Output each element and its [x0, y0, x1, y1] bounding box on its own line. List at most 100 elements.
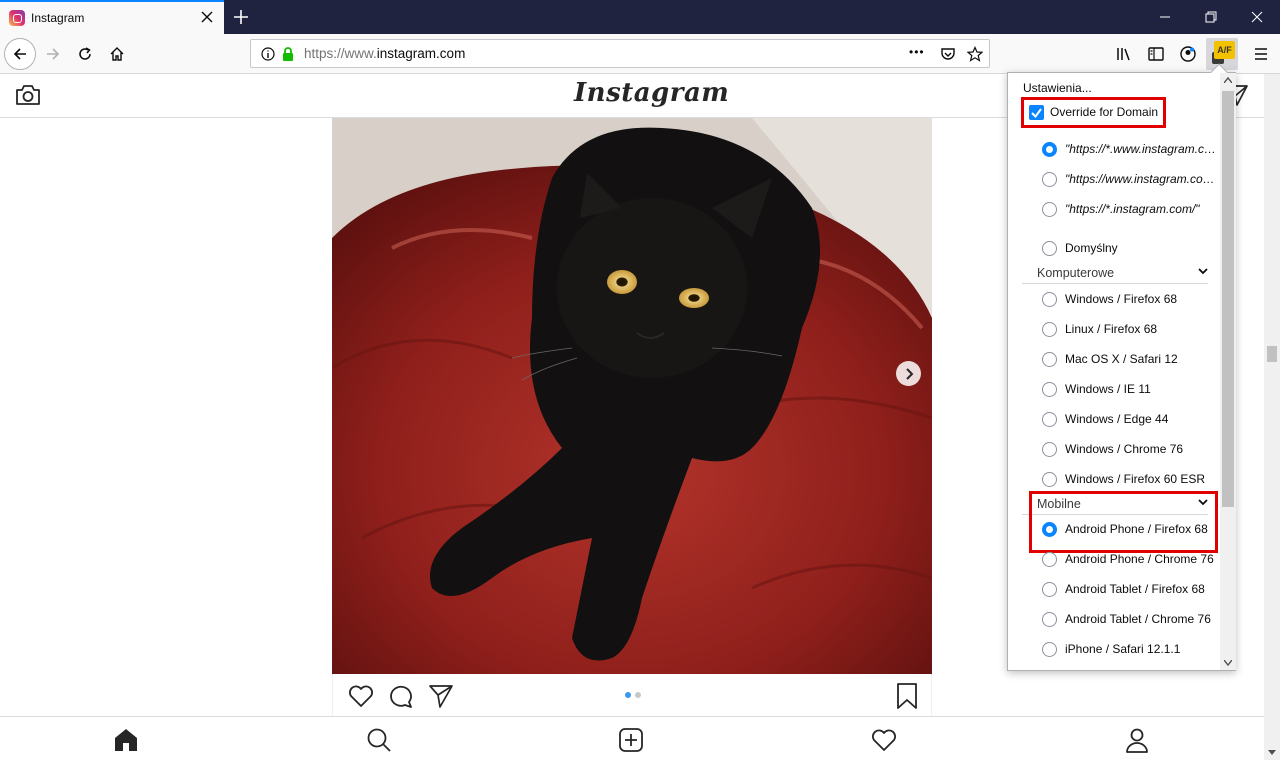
share-icon[interactable] [427, 682, 455, 710]
popup-scrollbar-thumb[interactable] [1222, 91, 1234, 507]
radio-button[interactable] [1042, 291, 1057, 307]
tab-instagram[interactable]: Instagram [0, 0, 224, 34]
arrow-right-icon [47, 48, 60, 60]
user-agent-popup: Ustawienia... Override for Domain "https… [1007, 63, 1236, 671]
ua-option-label: iPhone / Safari 12.1.1 [1065, 642, 1181, 656]
minimize-button[interactable] [1142, 0, 1188, 34]
ua-option-label: Windows / Edge 44 [1065, 412, 1169, 426]
popup-scrollbar[interactable] [1220, 73, 1236, 670]
override-checkbox[interactable] [1029, 105, 1044, 120]
reload-button[interactable] [69, 38, 101, 70]
scroll-down-arrow-icon[interactable] [1224, 660, 1232, 666]
save-bookmark-icon[interactable] [893, 682, 921, 710]
ua-option-label: Android Phone / Firefox 68 [1065, 522, 1208, 536]
radio-button[interactable] [1042, 551, 1057, 567]
radio-button[interactable] [1042, 381, 1057, 397]
hamburger-menu-icon[interactable] [1251, 44, 1271, 64]
radio-button[interactable] [1042, 351, 1057, 367]
home-icon[interactable] [112, 726, 140, 754]
radio-button[interactable] [1042, 411, 1057, 427]
ua-option-label: Mac OS X / Safari 12 [1065, 352, 1178, 366]
post-photo-black-cat[interactable] [332, 118, 932, 674]
library-icon[interactable] [1114, 44, 1134, 64]
new-tab-button[interactable] [230, 6, 252, 28]
comment-icon[interactable] [387, 682, 415, 710]
cat-photo-illustration [332, 118, 932, 674]
ua-option[interactable]: Windows / Chrome 76 [1042, 439, 1183, 459]
domain-option-label: "https://*.instagram.com/" [1065, 202, 1200, 216]
domain-option-label: "https://www.instagram.com/" [1065, 172, 1217, 186]
url-bar[interactable]: https://www.instagram.com ••• [250, 39, 990, 68]
settings-link[interactable]: Ustawienia... [1023, 81, 1092, 95]
home-icon [110, 47, 124, 61]
home-button[interactable] [101, 38, 133, 70]
lock-icon[interactable] [280, 46, 296, 62]
domain-option[interactable]: "https://*.www.instagram.com/" [1042, 139, 1217, 159]
carousel-dot-active [625, 692, 631, 698]
back-button[interactable] [4, 38, 36, 70]
carousel-dot [635, 692, 641, 698]
page-actions-button[interactable]: ••• [909, 45, 925, 59]
ua-option[interactable]: Windows / Firefox 60 ESR [1042, 469, 1205, 489]
minimize-icon [1160, 16, 1170, 18]
ua-option-label: Android Tablet / Chrome 76 [1065, 612, 1211, 626]
close-window-button[interactable] [1234, 0, 1280, 34]
forward-button[interactable] [37, 38, 69, 70]
ua-option-label: Android Tablet / Firefox 68 [1065, 582, 1205, 596]
radio-button[interactable] [1042, 471, 1057, 487]
ua-option[interactable]: Android Tablet / Firefox 68 [1042, 579, 1205, 599]
ua-option[interactable]: Android Phone / Chrome 76 [1042, 549, 1214, 569]
pocket-icon[interactable] [940, 46, 956, 62]
ua-option[interactable]: Windows / IE 11 [1042, 379, 1151, 399]
activity-heart-icon[interactable] [870, 726, 898, 754]
tab-title: Instagram [31, 11, 85, 25]
ua-option[interactable]: Android Tablet / Chrome 76 [1042, 609, 1211, 629]
radio-button[interactable] [1042, 521, 1057, 537]
instagram-logo[interactable]: Instagram [574, 78, 729, 108]
new-post-icon[interactable] [617, 726, 645, 754]
profile-icon[interactable] [1123, 726, 1151, 754]
radio-button[interactable] [1042, 321, 1057, 337]
instagram-favicon-icon [9, 10, 25, 26]
domain-option[interactable]: "https://*.instagram.com/" [1042, 199, 1200, 219]
radio-button[interactable] [1042, 641, 1057, 657]
radio-button[interactable] [1042, 240, 1057, 256]
url-prefix: https://www. [304, 46, 377, 61]
ua-option[interactable]: Mac OS X / Safari 12 [1042, 349, 1178, 369]
ua-option[interactable]: Windows / Edge 44 [1042, 409, 1168, 429]
scroll-up-arrow-icon[interactable] [1224, 77, 1232, 83]
url-text[interactable]: https://www.instagram.com [304, 46, 465, 61]
ua-option[interactable]: Linux / Firefox 68 [1042, 319, 1157, 339]
reload-icon [79, 47, 91, 60]
page-scrollbar-thumb[interactable] [1267, 346, 1277, 362]
radio-button[interactable] [1042, 201, 1057, 217]
page-scrollbar[interactable] [1264, 74, 1280, 760]
ua-option-selected[interactable]: Android Phone / Firefox 68 [1042, 519, 1208, 539]
domain-option[interactable]: "https://www.instagram.com/" [1042, 169, 1217, 189]
restore-button[interactable] [1188, 0, 1234, 34]
radio-button[interactable] [1042, 141, 1057, 157]
search-icon[interactable] [365, 726, 393, 754]
sidebar-icon[interactable] [1146, 44, 1166, 64]
bookmark-star-icon[interactable] [967, 46, 983, 62]
carousel-next-button[interactable] [896, 361, 921, 386]
chevron-right-icon [905, 367, 913, 380]
ua-option[interactable]: iPhone / Safari 12.1.1 [1042, 639, 1180, 659]
camera-icon[interactable] [15, 83, 41, 107]
radio-button[interactable] [1042, 581, 1057, 597]
desktop-section-header[interactable]: Komputerowe [1022, 264, 1208, 284]
like-heart-icon[interactable] [347, 682, 375, 710]
extension-badge: A/F [1214, 41, 1235, 59]
close-tab-icon[interactable] [198, 8, 216, 26]
radio-button[interactable] [1042, 171, 1057, 187]
info-icon[interactable] [260, 46, 276, 62]
radio-button[interactable] [1042, 441, 1057, 457]
ua-option-label: Windows / Firefox 68 [1065, 292, 1178, 306]
default-option[interactable]: Domyślny [1042, 238, 1118, 258]
account-icon[interactable] [1178, 44, 1198, 64]
scroll-down-arrow-icon[interactable] [1268, 750, 1276, 756]
override-label: Override for Domain [1050, 105, 1159, 119]
user-agent-switcher-button[interactable]: A/F [1206, 38, 1238, 70]
ua-option[interactable]: Windows / Firefox 68 [1042, 289, 1177, 309]
radio-button[interactable] [1042, 611, 1057, 627]
